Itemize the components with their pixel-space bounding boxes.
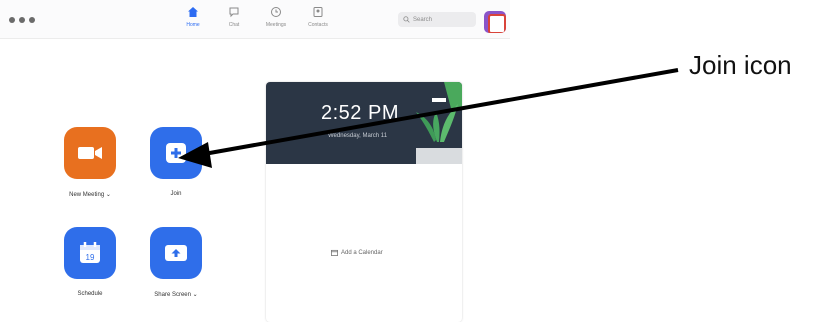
annotation-arrow [178, 68, 679, 168]
annotation-label: Join icon [689, 50, 792, 80]
